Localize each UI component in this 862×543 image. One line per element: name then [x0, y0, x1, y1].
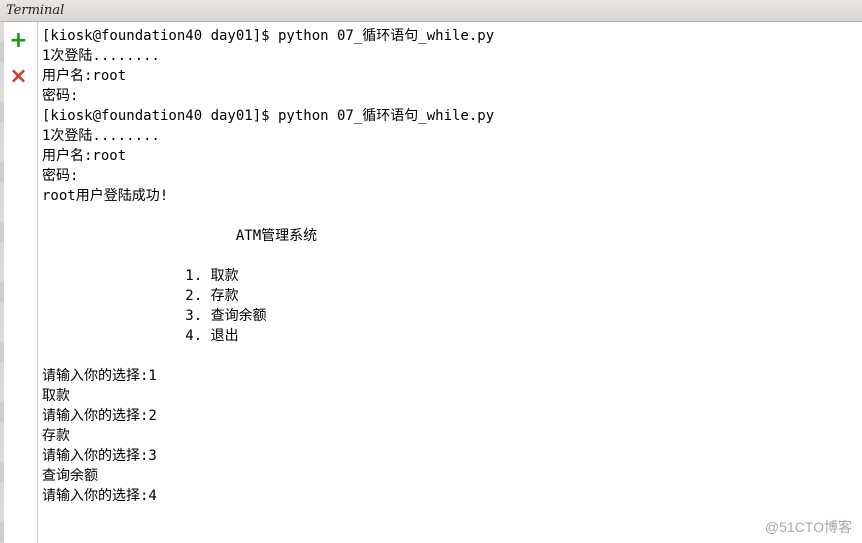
terminal-line: 3. 查询余额: [42, 306, 858, 326]
terminal-line: 1次登陆........: [42, 126, 858, 146]
terminal-line: [42, 206, 858, 226]
close-icon: ×: [9, 66, 27, 88]
terminal-line: 请输入你的选择:3: [42, 446, 858, 466]
window-title: Terminal: [6, 3, 64, 18]
tab-toolbar: + ×: [0, 22, 38, 543]
terminal-line: 请输入你的选择:2: [42, 406, 858, 426]
plus-icon: +: [9, 30, 27, 52]
terminal-output[interactable]: [kiosk@foundation40 day01]$ python 07_循环…: [38, 22, 862, 543]
terminal-line: 2. 存款: [42, 286, 858, 306]
terminal-line: 用户名:root: [42, 66, 858, 86]
terminal-line: 请输入你的选择:1: [42, 366, 858, 386]
terminal-window: Terminal + × [kiosk@foundation40 day01]$…: [0, 0, 862, 543]
terminal-line: [42, 246, 858, 266]
terminal-line: 1. 取款: [42, 266, 858, 286]
terminal-line: root用户登陆成功!: [42, 186, 858, 206]
terminal-line: [kiosk@foundation40 day01]$ python 07_循环…: [42, 106, 858, 126]
terminal-line: 存款: [42, 426, 858, 446]
terminal-line: 密码:: [42, 166, 858, 186]
window-body: + × [kiosk@foundation40 day01]$ python 0…: [0, 22, 862, 543]
close-tab-button[interactable]: ×: [8, 66, 30, 88]
terminal-line: 1次登陆........: [42, 46, 858, 66]
terminal-line: 密码:: [42, 86, 858, 106]
terminal-line: 查询余额: [42, 466, 858, 486]
terminal-line: [kiosk@foundation40 day01]$ python 07_循环…: [42, 26, 858, 46]
left-edge-decoration: [0, 22, 4, 543]
terminal-line: 4. 退出: [42, 326, 858, 346]
window-titlebar[interactable]: Terminal: [0, 0, 862, 22]
terminal-line: ATM管理系统: [42, 226, 858, 246]
terminal-line: [42, 346, 858, 366]
terminal-line: 取款: [42, 386, 858, 406]
terminal-line: 用户名:root: [42, 146, 858, 166]
new-tab-button[interactable]: +: [8, 30, 30, 52]
terminal-line: 请输入你的选择:4: [42, 486, 858, 506]
